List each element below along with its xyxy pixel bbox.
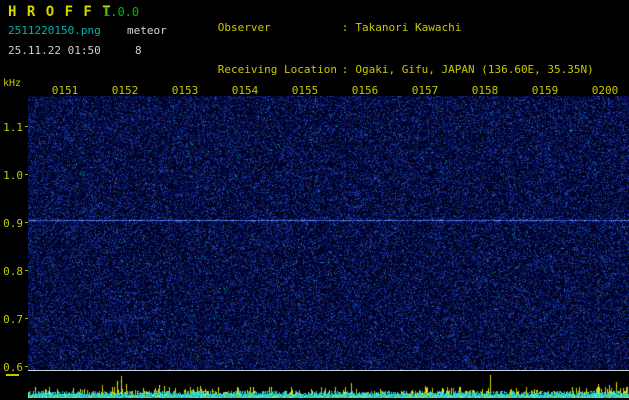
y-tick-1.1: 1.1 [3,121,23,134]
info-label: Receiving Location [217,63,337,76]
hrofft-screen: H R O F F T 1.0.0 2511220150.png meteor … [0,0,629,400]
y-tick-0.8: 0.8 [3,265,23,278]
spectrogram-canvas [28,96,629,370]
info-row-observer: Observer: Takanori Kawachi [178,7,594,49]
y-axis-unit-label: kHz [3,78,22,89]
info-label: Observer [217,21,271,34]
level-threshold-mark [6,374,19,376]
app-version: 1.0.0 [103,5,140,19]
x-axis-line [28,370,629,371]
info-separator: : [341,21,349,34]
observation-datetime: 25.11.22 01:50 [8,44,101,57]
info-separator: : [341,63,349,76]
info-value: Ogaki, Gifu, JAPAN (136.60E, 35.35N) [355,63,594,76]
y-tick-1.0: 1.0 [3,169,23,182]
y-tick-0.9: 0.9 [3,217,23,230]
app-title: H R O F F T [8,4,112,20]
mode-label: meteor [127,24,167,37]
signal-level-canvas [28,372,629,398]
info-value: Takanori Kawachi [355,21,462,34]
output-filename: 2511220150.png [8,24,101,37]
meteor-count: 8 [135,44,142,57]
y-tick-0.6: 0.6 [3,361,23,374]
y-tick-0.7: 0.7 [3,313,23,326]
